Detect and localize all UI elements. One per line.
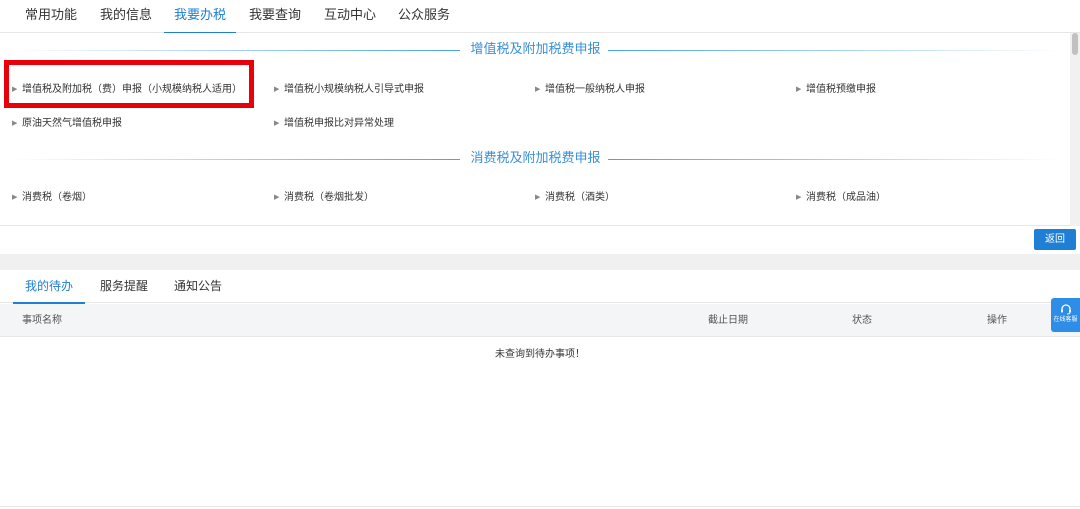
tab-query[interactable]: 我要查询 bbox=[249, 0, 301, 33]
tab-notices[interactable]: 通知公告 bbox=[174, 270, 222, 303]
vat-section-label: 增值税及附加税费申报 bbox=[470, 42, 601, 57]
triangle-right-icon: ▶ bbox=[796, 193, 802, 201]
tab-my-info[interactable]: 我的信息 bbox=[100, 0, 152, 33]
vat-prepayment-declaration-link[interactable]: ▶ 增值税预缴申报 bbox=[796, 80, 876, 98]
divider-line bbox=[608, 50, 1060, 51]
headset-icon bbox=[1060, 304, 1071, 315]
tab-public-services[interactable]: 公众服务 bbox=[398, 0, 450, 33]
top-nav: 常用功能 我的信息 我要办税 我要查询 互动中心 公众服务 bbox=[0, 0, 1080, 34]
crude-oil-gas-vat-declaration-link[interactable]: ▶ 原油天然气增值税申报 bbox=[12, 114, 122, 132]
online-service-button[interactable]: 在线客服 bbox=[1051, 298, 1080, 332]
item-label: 原油天然气增值税申报 bbox=[22, 118, 122, 129]
consumption-tax-refined-oil-link[interactable]: ▶ 消费税（成品油） bbox=[796, 188, 886, 206]
empty-message: 未查询到待办事项！ bbox=[495, 349, 585, 360]
todo-table-header: 事项名称 截止日期 状态 操作 bbox=[0, 304, 1080, 337]
item-label: 增值税申报比对异常处理 bbox=[284, 118, 394, 129]
triangle-right-icon: ▶ bbox=[535, 85, 541, 93]
tab-tax-handling[interactable]: 我要办税 bbox=[163, 0, 237, 34]
column-deadline: 截止日期 bbox=[708, 315, 748, 326]
online-service-label: 在线客服 bbox=[1053, 316, 1078, 323]
vat-small-scale-guided-declaration-link[interactable]: ▶ 增值税小规模纳税人引导式申报 bbox=[274, 80, 424, 98]
tab-my-todos[interactable]: 我的待办 bbox=[12, 270, 86, 304]
triangle-right-icon: ▶ bbox=[274, 193, 280, 201]
vat-small-scale-declaration-link[interactable]: ▶ 增值税及附加税（费）申报（小规模纳税人适用） bbox=[12, 80, 242, 98]
item-label: 增值税一般纳税人申报 bbox=[545, 84, 645, 95]
item-label: 增值税预缴申报 bbox=[806, 84, 876, 95]
item-label: 消费税（酒类） bbox=[545, 192, 615, 203]
tab-service-reminders[interactable]: 服务提醒 bbox=[100, 270, 148, 303]
triangle-right-icon: ▶ bbox=[12, 85, 18, 93]
divider-line bbox=[608, 159, 1060, 160]
back-button[interactable]: 返回 bbox=[1034, 229, 1076, 250]
tab-interaction-center[interactable]: 互动中心 bbox=[324, 0, 376, 33]
column-actions: 操作 bbox=[987, 315, 1007, 326]
divider-line bbox=[12, 159, 460, 160]
divider-line bbox=[0, 506, 1080, 507]
item-label: 增值税及附加税（费）申报（小规模纳税人适用） bbox=[22, 84, 242, 95]
item-label: 消费税（卷烟批发） bbox=[284, 192, 374, 203]
section-gap bbox=[0, 254, 1080, 270]
consumption-tax-alcohol-link[interactable]: ▶ 消费税（酒类） bbox=[535, 188, 615, 206]
consumption-tax-cigarettes-link[interactable]: ▶ 消费税（卷烟） bbox=[12, 188, 92, 206]
vat-comparison-exception-link[interactable]: ▶ 增值税申报比对异常处理 bbox=[274, 114, 394, 132]
consumption-tax-cigarette-wholesale-link[interactable]: ▶ 消费税（卷烟批发） bbox=[274, 188, 374, 206]
triangle-right-icon: ▶ bbox=[274, 119, 280, 127]
item-label: 增值税小规模纳税人引导式申报 bbox=[284, 84, 424, 95]
triangle-right-icon: ▶ bbox=[12, 119, 18, 127]
triangle-right-icon: ▶ bbox=[274, 85, 280, 93]
item-label: 消费税（成品油） bbox=[806, 192, 886, 203]
triangle-right-icon: ▶ bbox=[535, 193, 541, 201]
column-item-name: 事项名称 bbox=[22, 315, 62, 326]
todo-tabs: 我的待办 服务提醒 通知公告 bbox=[0, 270, 1080, 304]
item-label: 消费税（卷烟） bbox=[22, 192, 92, 203]
scrollbar-thumb[interactable] bbox=[1072, 33, 1078, 55]
consumption-section-title: 消费税及附加税费申报 bbox=[0, 149, 1070, 169]
vat-section-title: 增值税及附加税费申报 bbox=[0, 40, 1070, 60]
panel-scrollbar[interactable] bbox=[1070, 33, 1080, 226]
consumption-section-label: 消费税及附加税费申报 bbox=[470, 151, 601, 166]
tab-common-functions[interactable]: 常用功能 bbox=[25, 0, 77, 33]
declaration-panel: 增值税及附加税费申报 ▶ 增值税及附加税（费）申报（小规模纳税人适用） ▶ 增值税小… bbox=[0, 33, 1070, 226]
triangle-right-icon: ▶ bbox=[12, 193, 18, 201]
vat-general-taxpayer-declaration-link[interactable]: ▶ 增值税一般纳税人申报 bbox=[535, 80, 645, 98]
todo-panel: 我的待办 服务提醒 通知公告 事项名称 截止日期 状态 操作 未查询到待办事项！ bbox=[0, 270, 1080, 509]
triangle-right-icon: ▶ bbox=[796, 85, 802, 93]
column-status: 状态 bbox=[852, 315, 872, 326]
divider-line bbox=[12, 50, 460, 51]
